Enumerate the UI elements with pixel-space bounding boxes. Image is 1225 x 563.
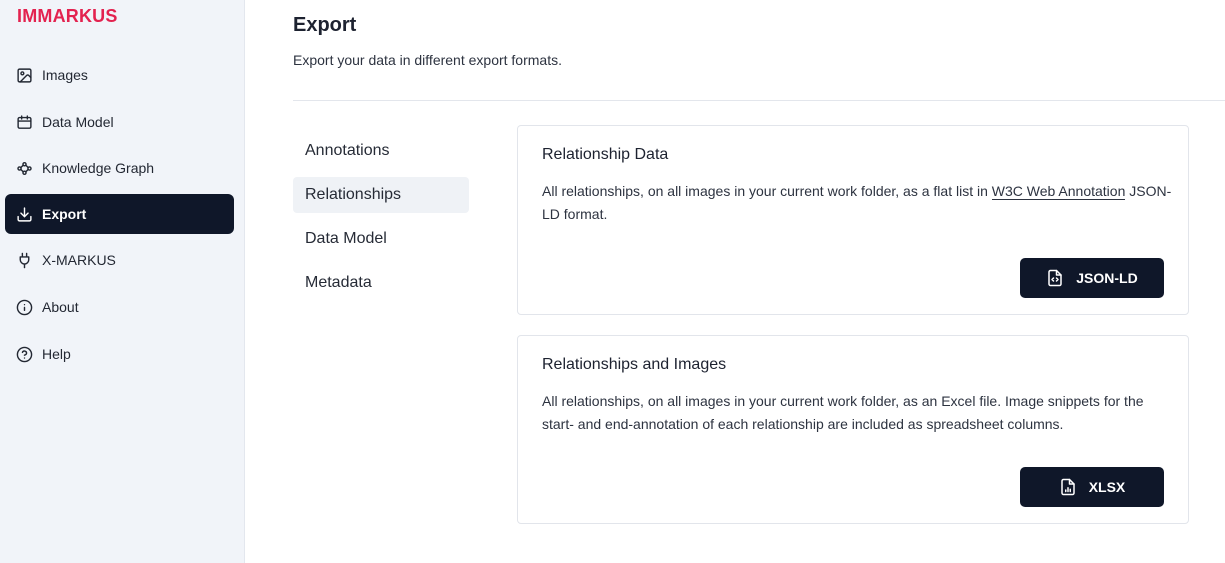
card-description: All relationships, on all images in your… bbox=[542, 180, 1172, 226]
sidebar-item-data-model[interactable]: Data Model bbox=[5, 102, 234, 142]
file-chart-icon bbox=[1059, 478, 1077, 496]
graph-icon bbox=[16, 160, 33, 177]
subnav-item-annotations[interactable]: Annotations bbox=[293, 133, 469, 169]
calendar-icon bbox=[16, 114, 33, 131]
app: IMMARKUS Images Data Model Knowledge Gra… bbox=[0, 0, 1225, 563]
sidebar-item-label: X-MARKUS bbox=[42, 252, 116, 268]
plug-icon bbox=[16, 252, 33, 269]
header-divider bbox=[293, 100, 1225, 101]
card-title: Relationships and Images bbox=[542, 356, 727, 373]
help-icon bbox=[16, 346, 33, 363]
page-title: Export bbox=[293, 14, 357, 36]
card-description: All relationships, on all images in your… bbox=[542, 393, 1144, 432]
sidebar-item-knowledge-graph[interactable]: Knowledge Graph bbox=[5, 148, 234, 188]
file-code-icon bbox=[1046, 269, 1064, 287]
card-description-text: All relationships, on all images in your… bbox=[542, 183, 992, 199]
page-subtitle: Export your data in different export for… bbox=[293, 52, 562, 68]
sidebar-item-about[interactable]: About bbox=[5, 287, 234, 327]
sidebar-item-help[interactable]: Help bbox=[5, 334, 234, 374]
sidebar-item-images[interactable]: Images bbox=[5, 55, 234, 95]
export-card-relationships-and-images: Relationships and Images All relationshi… bbox=[517, 335, 1189, 524]
export-card-relationship-data: Relationship Data All relationships, on … bbox=[517, 125, 1189, 315]
sidebar-item-x-markus[interactable]: X-MARKUS bbox=[5, 240, 234, 280]
button-label: XLSX bbox=[1088, 479, 1126, 495]
download-icon bbox=[16, 206, 33, 223]
subnav-item-data-model[interactable]: Data Model bbox=[293, 221, 469, 257]
card-title: Relationship Data bbox=[542, 146, 669, 163]
w3c-web-annotation-link[interactable]: W3C Web Annotation bbox=[991, 183, 1126, 200]
sidebar-item-export[interactable]: Export bbox=[5, 194, 234, 234]
brand-logo[interactable]: IMMARKUS bbox=[17, 6, 118, 27]
sidebar-item-label: Export bbox=[42, 206, 87, 222]
sidebar-item-label: Images bbox=[42, 67, 88, 83]
sidebar-item-label: Data Model bbox=[42, 114, 114, 130]
sidebar: IMMARKUS Images Data Model Knowledge Gra… bbox=[0, 0, 245, 563]
button-label: JSON-LD bbox=[1076, 270, 1138, 286]
subnav-item-relationships[interactable]: Relationships bbox=[293, 177, 469, 213]
image-icon bbox=[16, 67, 33, 84]
info-icon bbox=[16, 299, 33, 316]
sidebar-item-label: Help bbox=[42, 346, 71, 362]
export-json-ld-button[interactable]: JSON-LD bbox=[1020, 258, 1164, 298]
export-xlsx-button[interactable]: XLSX bbox=[1020, 467, 1164, 507]
sidebar-item-label: About bbox=[42, 299, 79, 315]
subnav-item-metadata[interactable]: Metadata bbox=[293, 265, 469, 301]
sidebar-item-label: Knowledge Graph bbox=[42, 160, 155, 176]
